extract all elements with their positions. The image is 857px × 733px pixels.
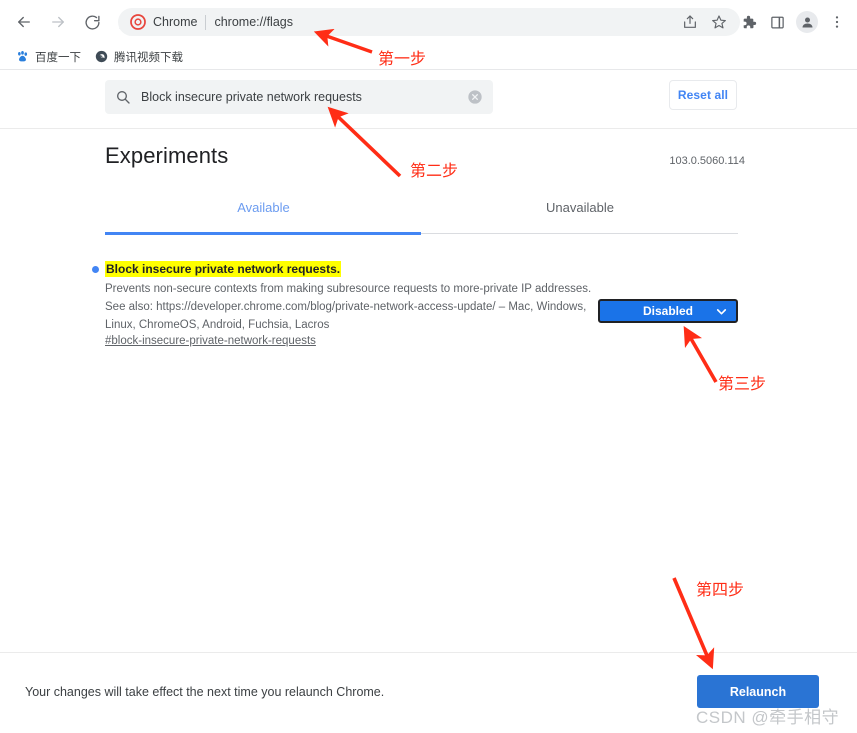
browser-window: Chrome chrome://flags 百度一下 腾讯视频下载 Block … xyxy=(0,0,857,733)
search-icon xyxy=(117,91,130,104)
extensions-button[interactable] xyxy=(734,8,762,36)
address-bar[interactable]: Chrome chrome://flags xyxy=(118,8,740,36)
reload-icon xyxy=(84,14,100,30)
arrow-right-icon xyxy=(52,16,64,28)
side-panel-button[interactable] xyxy=(763,8,791,36)
bookmarks-bar: 百度一下 腾讯视频下载 xyxy=(0,44,857,70)
chrome-menu-button[interactable] xyxy=(823,8,851,36)
csdn-watermark: CSDN @牵手相守 xyxy=(696,708,840,727)
profile-button[interactable] xyxy=(796,11,818,33)
side-panel-icon xyxy=(770,16,784,28)
reload-button[interactable] xyxy=(78,8,106,36)
browser-toolbar: Chrome chrome://flags xyxy=(0,0,857,44)
search-divider xyxy=(0,128,857,129)
extensions-puzzle-icon xyxy=(743,15,756,28)
baidu-paw-icon xyxy=(18,50,28,62)
chrome-version: 103.0.5060.114 xyxy=(669,155,745,167)
profile-avatar-icon xyxy=(802,17,812,27)
more-vertical-icon xyxy=(835,16,839,28)
omnibox-site-label: Chrome xyxy=(153,15,198,29)
omnibox-separator xyxy=(205,14,207,30)
share-button[interactable] xyxy=(676,8,704,36)
clear-circle-icon[interactable] xyxy=(467,89,483,105)
flag-description: Prevents non-secure contexts from making… xyxy=(105,283,592,331)
search-input[interactable]: Block insecure private network requests xyxy=(105,80,493,114)
chrome-icon xyxy=(130,14,146,30)
search-input-value: Block insecure private network requests xyxy=(141,90,362,104)
annotation-step-4: 第四步 xyxy=(696,580,745,599)
flag-state-select[interactable]: Disabled xyxy=(598,299,738,323)
flag-state-value: Disabled xyxy=(642,304,693,318)
bookmark-star-icon xyxy=(712,15,726,29)
tab-available[interactable]: Available xyxy=(105,196,422,233)
flag-permalink[interactable]: #block-insecure-private-network-requests xyxy=(105,335,316,347)
flags-search-row: Block insecure private network requests … xyxy=(0,80,857,128)
bookmark-item-tencent-video[interactable]: 腾讯视频下载 xyxy=(89,47,189,67)
flag-title: Block insecure private network requests. xyxy=(105,261,342,277)
bookmark-button[interactable] xyxy=(705,8,733,36)
reset-all-button[interactable]: Reset all xyxy=(669,80,737,110)
annotation-step-2: 第二步 xyxy=(410,161,459,180)
share-icon xyxy=(684,15,696,28)
tab-unavailable[interactable]: Unavailable xyxy=(422,196,738,233)
bookmark-item-baidu[interactable]: 百度一下 xyxy=(10,47,87,67)
annotation-step-1: 第一步 xyxy=(378,49,427,68)
annotation-step-3: 第三步 xyxy=(718,374,767,393)
page-title: Experiments xyxy=(105,143,229,168)
back-button[interactable] xyxy=(10,8,38,36)
arrow-left-icon xyxy=(18,16,30,28)
bookmark-label: 腾讯视频下载 xyxy=(114,51,183,64)
relaunch-message: Your changes will take effect the next t… xyxy=(25,685,385,699)
footer-divider xyxy=(0,652,857,653)
chevron-down-icon xyxy=(716,309,727,315)
tencent-video-icon xyxy=(95,50,108,63)
flags-tabs: Available Unavailable xyxy=(105,196,738,234)
forward-button[interactable] xyxy=(44,8,72,36)
omnibox-url: chrome://flags xyxy=(214,15,293,29)
flag-modified-dot-icon xyxy=(92,266,99,273)
tab-active-indicator xyxy=(105,232,421,235)
bookmark-label: 百度一下 xyxy=(35,51,81,64)
toolbar-icon-group xyxy=(676,8,851,36)
